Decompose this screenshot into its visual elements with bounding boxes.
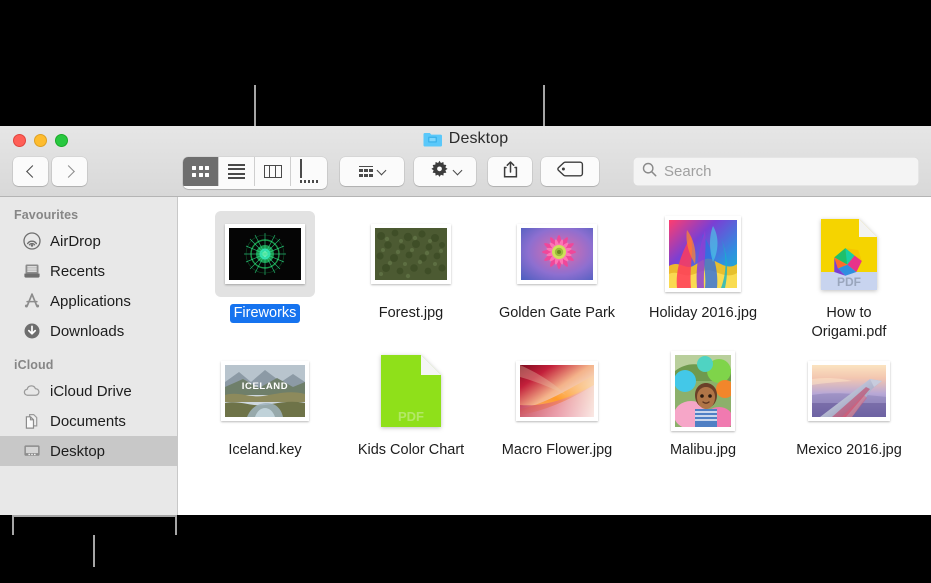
file-item[interactable]: ICELAND Iceland.key <box>192 342 338 460</box>
file-label: Mexico 2016.jpg <box>792 441 906 460</box>
search-icon <box>642 162 657 182</box>
file-thumbnail <box>361 211 461 297</box>
sidebar-item-applications[interactable]: Applications <box>0 286 177 316</box>
sidebar-item-icloud-drive[interactable]: iCloud Drive <box>0 376 177 406</box>
file-item[interactable]: Malibu.jpg <box>630 342 776 460</box>
view-mode-switcher <box>183 157 327 189</box>
tag-button[interactable] <box>541 157 599 186</box>
file-item[interactable]: Golden Gate Park <box>484 205 630 342</box>
chevron-left-icon <box>26 165 39 178</box>
chevron-right-icon <box>62 165 75 178</box>
file-grid: Fireworks <box>178 197 931 515</box>
back-button[interactable] <box>13 157 48 186</box>
sidebar-item-label: iCloud Drive <box>50 383 132 400</box>
applications-icon <box>23 292 41 310</box>
file-label: Kids Color Chart <box>354 441 468 460</box>
sidebar-item-label: AirDrop <box>50 233 101 250</box>
recents-icon <box>23 262 41 280</box>
file-item[interactable]: PDF How to Origami.pdf <box>776 205 922 342</box>
file-item[interactable]: Mexico 2016.jpg <box>776 342 922 460</box>
file-thumbnail: PDF <box>361 348 461 434</box>
cloud-icon <box>23 382 41 400</box>
file-label: Holiday 2016.jpg <box>645 304 761 323</box>
file-label: How to Origami.pdf <box>783 304 915 342</box>
share-button[interactable] <box>488 157 532 186</box>
chevron-down-icon <box>452 165 462 175</box>
sidebar-item-airdrop[interactable]: AirDrop <box>0 226 177 256</box>
svg-text:PDF: PDF <box>398 409 424 424</box>
search-placeholder: Search <box>664 163 712 180</box>
gallery-icon <box>300 160 319 183</box>
file-thumbnail <box>799 348 899 434</box>
window-titlebar: Desktop <box>0 126 931 197</box>
window-title-text: Desktop <box>449 130 508 148</box>
gear-icon <box>430 160 449 184</box>
svg-text:ICELAND: ICELAND <box>242 381 288 392</box>
file-item[interactable]: Fireworks <box>192 205 338 342</box>
pdf-icon: PDF <box>379 353 443 429</box>
file-label: Iceland.key <box>224 441 305 460</box>
sidebar-item-downloads[interactable]: Downloads <box>0 316 177 346</box>
chevron-down-icon <box>377 165 387 175</box>
sidebar-item-desktop[interactable]: Desktop <box>0 436 177 466</box>
sidebar-item-label: Applications <box>50 293 131 310</box>
sidebar: Favourites AirDrop <box>0 197 178 515</box>
sidebar-item-recents[interactable]: Recents <box>0 256 177 286</box>
view-mode-column[interactable] <box>255 157 291 186</box>
grid-icon <box>192 166 209 177</box>
airdrop-icon <box>23 232 41 250</box>
sidebar-item-documents[interactable]: Documents <box>0 406 177 436</box>
file-label: Golden Gate Park <box>495 304 619 323</box>
window-body: Favourites AirDrop <box>0 197 931 515</box>
list-icon <box>228 164 245 180</box>
svg-text:PDF: PDF <box>837 275 861 289</box>
file-thumbnail: PDF <box>799 211 899 297</box>
file-item[interactable]: PDF Kids Color Chart <box>338 342 484 460</box>
desktop-icon <box>23 442 41 460</box>
finder-window: Desktop <box>0 126 931 515</box>
sidebar-section-favourites-header: Favourites <box>0 205 177 226</box>
action-button[interactable] <box>414 157 476 186</box>
file-label: Forest.jpg <box>375 304 447 323</box>
file-label: Fireworks <box>230 304 301 323</box>
forward-button[interactable] <box>52 157 87 186</box>
view-mode-gallery[interactable] <box>291 157 327 186</box>
sidebar-item-label: Downloads <box>50 323 124 340</box>
downloads-icon <box>23 322 41 340</box>
sidebar-item-label: Desktop <box>50 443 105 460</box>
file-item[interactable]: Forest.jpg <box>338 205 484 342</box>
screenshot-stage: Desktop <box>0 0 931 583</box>
tag-icon <box>557 161 584 182</box>
window-title: Desktop <box>0 130 931 148</box>
view-mode-list[interactable] <box>219 157 255 186</box>
callout-leader-sidebar <box>93 535 95 567</box>
folder-icon <box>423 132 442 147</box>
file-label: Malibu.jpg <box>666 441 740 460</box>
file-item[interactable]: Holiday 2016.jpg <box>630 205 776 342</box>
file-thumbnail <box>215 211 315 297</box>
pdf-icon: PDF <box>819 217 879 292</box>
share-icon <box>502 160 519 184</box>
columns-icon <box>264 165 282 178</box>
file-thumbnail <box>507 211 607 297</box>
search-input[interactable]: Search <box>633 157 919 186</box>
sidebar-section-icloud-header: iCloud <box>0 355 177 376</box>
file-thumbnail <box>507 348 607 434</box>
callout-bracket-sidebar <box>12 515 177 535</box>
arrange-button[interactable] <box>340 157 404 186</box>
file-thumbnail: ICELAND <box>215 348 315 434</box>
file-label: Macro Flower.jpg <box>498 441 616 460</box>
sidebar-item-label: Recents <box>50 263 105 280</box>
view-mode-icon[interactable] <box>183 157 219 186</box>
arrange-icon <box>359 166 373 177</box>
file-thumbnail <box>653 211 753 297</box>
file-item[interactable]: Macro Flower.jpg <box>484 342 630 460</box>
sidebar-item-label: Documents <box>50 413 126 430</box>
navigation-buttons <box>13 157 87 189</box>
file-thumbnail <box>653 348 753 434</box>
documents-icon <box>23 412 41 430</box>
